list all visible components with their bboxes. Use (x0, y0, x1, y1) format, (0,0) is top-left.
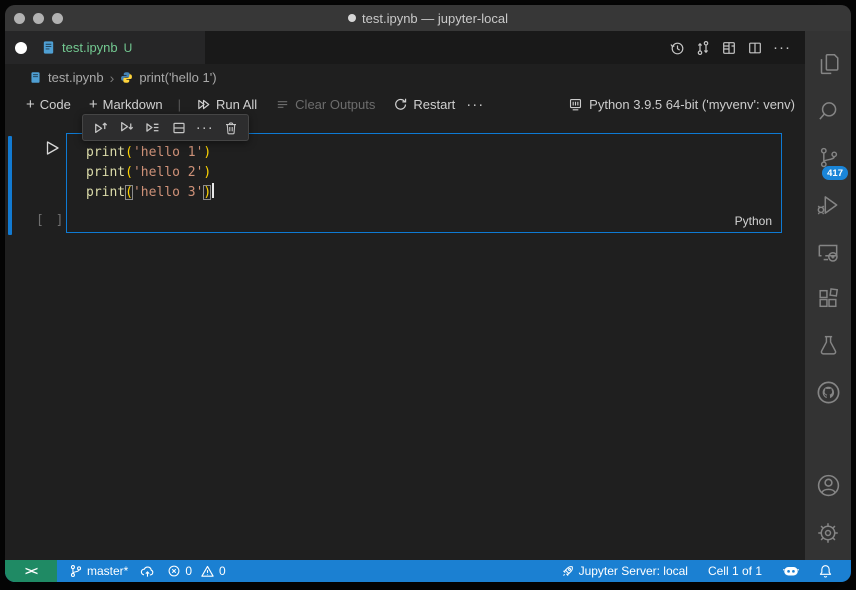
source-control-icon[interactable]: 417 (805, 134, 851, 181)
history-icon[interactable] (669, 40, 685, 56)
breadcrumb-separator: › (110, 70, 115, 86)
breadcrumb-file[interactable]: test.ipynb (48, 70, 104, 85)
activity-bar: 417 (805, 31, 851, 560)
run-all-button[interactable]: Run All (189, 95, 264, 114)
tab-strip: test.ipynb U (5, 31, 205, 64)
clear-outputs-button[interactable]: Clear Outputs (268, 95, 382, 114)
code-line: print('hello 2') (86, 163, 781, 183)
add-code-cell-button[interactable]: + Code (19, 94, 78, 115)
git-status-badge: U (124, 41, 133, 55)
run-cell-button[interactable] (43, 139, 61, 157)
breadcrumb: test.ipynb › print('hello 1') (5, 64, 805, 91)
execution-count: [ ] (36, 213, 65, 228)
cell-toolbar: ··· (82, 114, 249, 141)
title-bar: test.ipynb — jupyter-local (5, 5, 851, 31)
jupyter-server-status[interactable]: Jupyter Server: local (555, 564, 694, 578)
files-icon[interactable] (805, 40, 851, 87)
window-title-area: test.ipynb — jupyter-local (5, 11, 851, 26)
run-debug-icon[interactable] (805, 181, 851, 228)
error-icon (167, 564, 181, 578)
run-above-icon[interactable] (92, 119, 109, 136)
toolbar-separator: | (178, 97, 181, 112)
notebook-editor: ··· [ ] (5, 118, 805, 560)
clear-outputs-icon (275, 97, 290, 112)
recording-dot-icon (15, 42, 27, 54)
error-count: 0 (185, 564, 192, 578)
settings-gear-icon[interactable] (805, 509, 851, 556)
git-compare-icon[interactable] (695, 40, 711, 56)
more-actions-icon[interactable]: ··· (196, 119, 214, 136)
text-cursor (212, 183, 214, 198)
code-editor[interactable]: print('hello 1') print('hello 2') print(… (67, 134, 781, 203)
github-icon[interactable] (805, 369, 851, 416)
code-line: print('hello 3') (86, 183, 781, 203)
warning-count: 0 (219, 564, 226, 578)
copilot-icon[interactable] (776, 564, 806, 579)
git-branch-status[interactable]: master* (63, 564, 134, 578)
branch-icon (69, 564, 83, 578)
notifications-bell-icon[interactable] (812, 564, 839, 579)
account-icon[interactable] (805, 462, 851, 509)
tab-bar: test.ipynb U (5, 31, 805, 64)
warning-icon (200, 564, 215, 579)
restart-icon (393, 97, 408, 112)
play-icon (43, 139, 61, 157)
search-icon[interactable] (805, 87, 851, 134)
desktop: test.ipynb — jupyter-local (0, 0, 856, 590)
tab-test-ipynb[interactable]: test.ipynb U (27, 31, 146, 64)
kernel-picker[interactable]: Python 3.9.5 64-bit ('myvenv': venv) (568, 97, 795, 112)
more-actions-icon[interactable]: ··· (466, 96, 484, 113)
delete-cell-icon[interactable] (223, 120, 239, 136)
jupyter-rocket-icon (561, 564, 575, 578)
remote-explorer-icon[interactable] (805, 228, 851, 275)
window-title: test.ipynb — jupyter-local (362, 11, 508, 26)
plus-icon: + (26, 96, 35, 113)
testing-icon[interactable] (805, 322, 851, 369)
kernel-icon (568, 97, 583, 112)
notebook-icon (29, 71, 42, 84)
notebook-grid-icon[interactable] (721, 40, 737, 56)
restart-button[interactable]: Restart (386, 95, 462, 114)
split-cell-icon[interactable] (171, 120, 187, 136)
cell-focus-indicator (8, 136, 12, 235)
vscode-window: test.ipynb — jupyter-local (5, 5, 851, 582)
breadcrumb-symbol[interactable]: print('hello 1') (139, 70, 216, 85)
cloud-upload-icon (140, 564, 155, 579)
plus-icon: + (89, 96, 98, 113)
cell-position-indicator[interactable]: Cell 1 of 1 (702, 564, 768, 578)
run-all-icon (196, 97, 211, 112)
code-line: print('hello 1') (86, 143, 781, 163)
status-bar: >< master* 0 (5, 560, 851, 582)
add-markdown-cell-button[interactable]: + Markdown (82, 94, 170, 115)
python-icon (120, 71, 133, 84)
cell-language-picker[interactable]: Python (735, 214, 772, 228)
problems-indicator[interactable]: 0 0 (161, 564, 231, 579)
extensions-icon[interactable] (805, 275, 851, 322)
run-below-icon[interactable] (118, 119, 135, 136)
remote-indicator[interactable]: >< (5, 560, 57, 582)
split-editor-icon[interactable] (747, 40, 763, 56)
dirty-dot-icon (348, 14, 356, 22)
run-by-line-icon[interactable] (144, 119, 161, 136)
notebook-icon (41, 40, 56, 55)
scm-badge: 417 (822, 166, 848, 180)
more-actions-icon[interactable]: ··· (773, 39, 791, 56)
code-cell[interactable]: print('hello 1') print('hello 2') print(… (66, 133, 782, 233)
sync-publish-button[interactable] (134, 564, 161, 579)
tab-label: test.ipynb (62, 40, 118, 55)
editor-actions: ··· (669, 31, 805, 64)
